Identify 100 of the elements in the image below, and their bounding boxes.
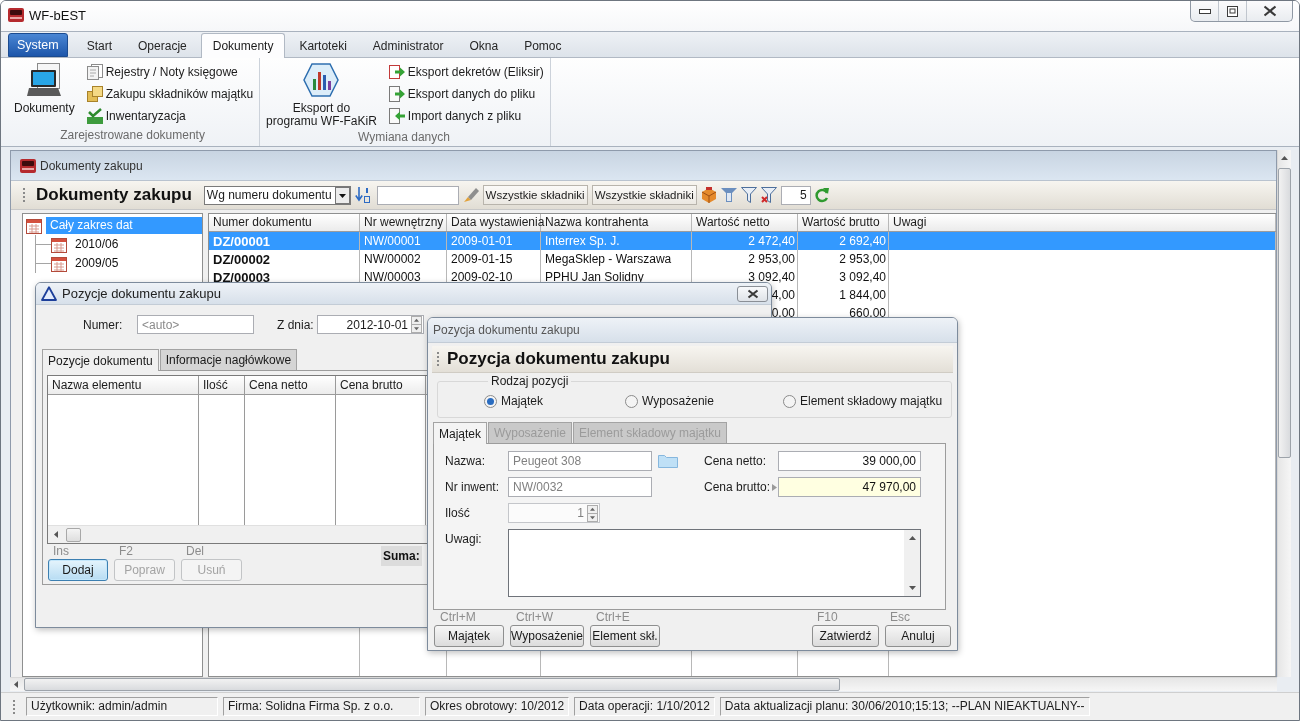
scrollbar-thumb[interactable] <box>1278 168 1291 458</box>
action-button[interactable]: Dodaj <box>48 559 108 581</box>
ribbon-button[interactable]: Zakupu składników majątku <box>84 85 256 103</box>
ribbon-tab[interactable]: Operacje <box>126 33 199 57</box>
shortcut-hint: Esc <box>889 611 910 624</box>
group-label: Zarejestrowane dokumenty <box>59 127 206 144</box>
refresh-icon <box>814 187 829 203</box>
text-field[interactable]: Peugeot 308 <box>508 451 652 471</box>
close-button[interactable] <box>737 285 768 302</box>
grip-icon <box>23 187 26 203</box>
document-number: DZ/00002 <box>213 253 271 267</box>
document-number: DZ/00001 <box>213 235 271 249</box>
price-field[interactable]: 47 970,00 <box>778 477 921 497</box>
internal-number: NW/00001 <box>364 235 421 249</box>
tab[interactable]: Informacje nagłówkowe <box>159 349 298 370</box>
price-field[interactable]: 39 000,00 <box>778 451 921 471</box>
vertical-scrollbar[interactable] <box>904 530 920 596</box>
column-header[interactable]: Nr wewnętrzny <box>360 214 447 231</box>
radio-option[interactable]: Element składowy majątku <box>783 394 943 408</box>
text-field[interactable]: NW/0032 <box>508 477 652 497</box>
app-logo-icon <box>20 157 36 174</box>
app-menu-button[interactable]: System <box>8 33 68 57</box>
ribbon-button[interactable]: Rejestry / Noty księgowe <box>84 63 256 81</box>
group-label: Rodzaj pozycji <box>490 374 570 388</box>
close-icon <box>746 288 759 299</box>
quantity-field[interactable]: 1 <box>508 503 600 523</box>
caret-icon <box>334 186 350 204</box>
shortcut-hint: F2 <box>118 545 133 558</box>
shortcut-hint: F10 <box>816 611 838 624</box>
column-header[interactable]: Cena brutto <box>336 376 426 394</box>
gross-amount: 2 692,40 <box>839 235 886 249</box>
status-panel: Firma: Solidna Firma Sp. z o.o. <box>223 697 420 716</box>
gross-amount: 660,00 <box>849 307 886 321</box>
column-header[interactable]: Numer dokumentu <box>209 214 360 231</box>
ribbon-button[interactable]: Inwentaryzacja <box>84 107 256 125</box>
shortcut-hint: Ctrl+M <box>439 611 476 624</box>
column-header[interactable]: Wartość brutto <box>798 214 889 231</box>
internal-number: NW/00003 <box>364 271 421 285</box>
search-field[interactable] <box>376 185 459 205</box>
ribbon-tab[interactable]: Start <box>74 33 125 57</box>
contractor-name: Interrex Sp. J. <box>545 235 620 249</box>
radio-option[interactable]: Majątek <box>484 394 544 408</box>
action-button[interactable]: Zatwierdź <box>812 625 879 647</box>
date-field[interactable]: 2012-10-01 <box>317 315 424 334</box>
column-header[interactable]: Ilość <box>199 376 245 394</box>
vertical-scrollbar[interactable] <box>1277 150 1291 677</box>
field-label: Nazwa: <box>445 454 485 468</box>
ribbon-button[interactable]: Eksport dekretów (Eliksir) <box>386 63 546 81</box>
field-label: Cena brutto: <box>704 480 771 494</box>
field-label: Uwagi: <box>445 532 482 546</box>
action-button[interactable]: Element skł. <box>590 625 660 647</box>
column-header[interactable]: Nazwa elementu <box>48 376 199 394</box>
filter-button[interactable]: Wszystkie składniki <box>482 185 588 205</box>
scrollbar-thumb[interactable] <box>24 678 840 691</box>
ribbon-tab[interactable]: Administrator <box>360 33 456 57</box>
horizontal-scrollbar[interactable] <box>10 677 1277 691</box>
column-header[interactable]: Wartość netto <box>692 214 798 231</box>
tab[interactable]: Pozycje dokumentu <box>42 349 159 371</box>
action-button[interactable]: Majątek <box>434 625 504 647</box>
arrow-up-icon <box>1281 156 1288 160</box>
status-panel: Okres obrotowy: 10/2012 <box>425 697 570 716</box>
triangle-icon <box>41 286 57 301</box>
net-amount: 2 953,00 <box>748 253 795 267</box>
filter-button[interactable]: Wszystkie składniki <box>591 185 697 205</box>
ribbon-button[interactable]: Eksport do programu WF-FaKiR <box>262 58 381 128</box>
status-panel: Data operacji: 1/10/2012 <box>574 697 715 716</box>
check-icon <box>86 108 103 124</box>
spin-buttons[interactable] <box>411 316 422 333</box>
action-button[interactable]: Wyposażenie <box>510 625 584 647</box>
number-field[interactable]: <auto> <box>137 315 254 334</box>
minimize-icon <box>1198 8 1211 14</box>
status-panel: Data aktualizacji planu: 30/06/2010;15:13; --PLAN NIEAKTUALNY-- <box>719 697 1090 716</box>
tab[interactable]: Majątek <box>433 422 488 444</box>
ribbon-tab[interactable]: Kartoteki <box>287 33 359 57</box>
net-amount: 3 092,40 <box>748 271 795 285</box>
scrollbar-thumb[interactable] <box>66 527 81 542</box>
column-header[interactable]: Uwagi <box>889 214 1276 231</box>
field-label: Cena netto: <box>704 454 767 468</box>
net-amount: 2 472,40 <box>748 235 795 249</box>
radio-option[interactable]: Wyposażenie <box>625 394 714 408</box>
ribbon-tab[interactable]: Dokumenty <box>200 33 286 58</box>
contractor-name: MegaSklep - Warszawa <box>545 253 672 267</box>
column-header[interactable]: Cena netto <box>245 376 336 394</box>
close-icon <box>1262 5 1277 17</box>
ribbon-tab[interactable]: Okna <box>457 33 511 57</box>
ribbon-button[interactable]: Dokumenty <box>10 58 79 126</box>
toolbar-title: Dokumenty zakupu <box>36 185 192 205</box>
notes-field[interactable] <box>508 529 921 597</box>
sort-dropdown[interactable]: Wg numeru dokumentu <box>203 185 351 205</box>
ribbon-button[interactable]: Eksport danych do pliku <box>386 85 546 103</box>
ribbon-button[interactable]: Import danych z pliku <box>386 107 546 125</box>
arrow-left-icon <box>14 681 18 688</box>
ribbon-tab[interactable]: Pomoc <box>512 33 574 57</box>
gross-amount: 1 844,00 <box>839 289 886 303</box>
calendar-icon <box>51 236 67 253</box>
count-field[interactable]: 5 <box>780 185 811 205</box>
field-label: Ilość <box>445 506 470 520</box>
spin-buttons[interactable] <box>587 504 598 522</box>
dialog-heading: Pozycja dokumentu zakupu <box>447 349 670 369</box>
action-button[interactable]: Anuluj <box>885 625 951 647</box>
